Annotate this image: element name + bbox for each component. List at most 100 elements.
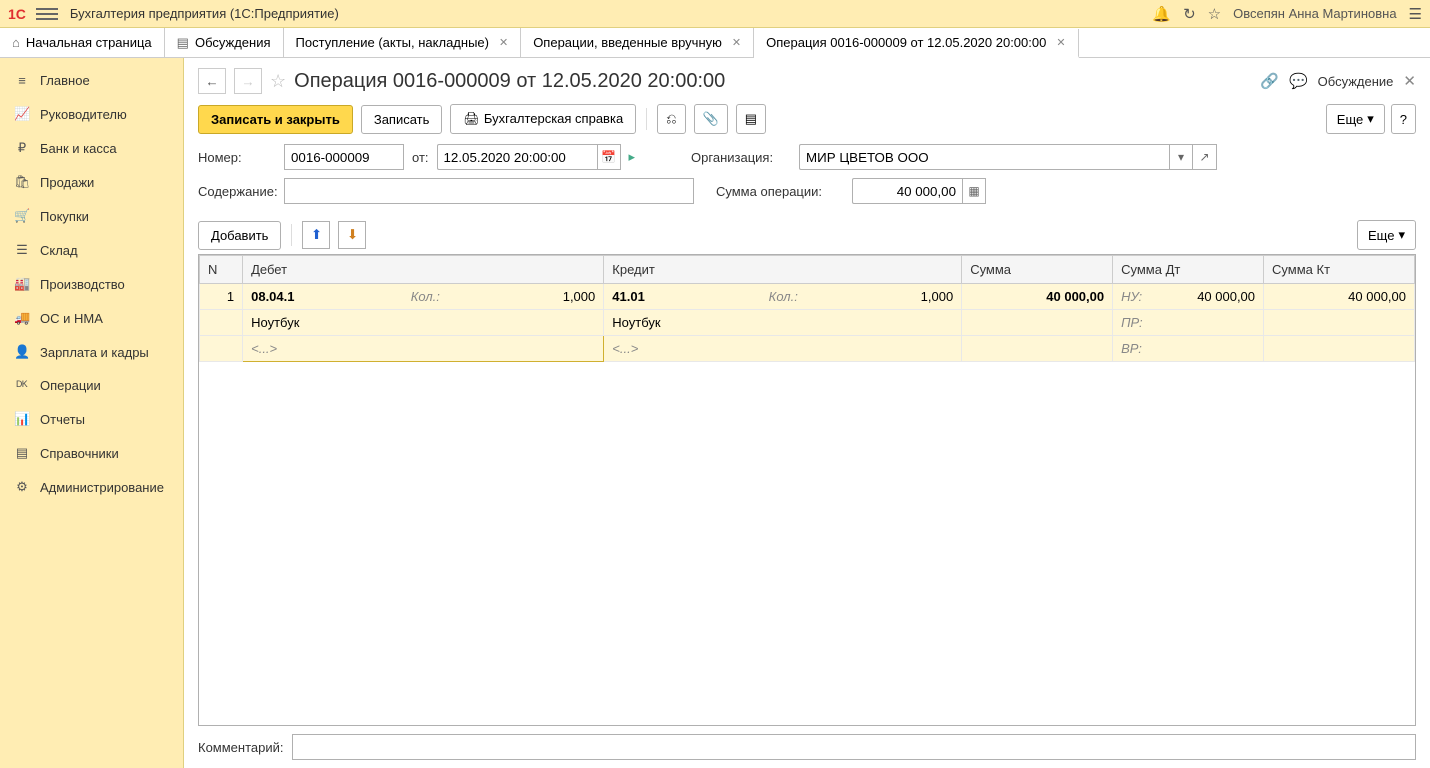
dropdown-icon[interactable]: ▾ [1169, 144, 1193, 170]
star-icon[interactable]: ☆ [1208, 5, 1221, 23]
credit-sub2[interactable]: <...> [604, 336, 962, 362]
print-button[interactable]: 🖨Бухгалтерская справка [450, 104, 636, 134]
move-down-button[interactable]: ⬇ [338, 221, 366, 249]
credit-qty[interactable]: 1,000 [921, 289, 954, 304]
doc-button[interactable]: ▤ [736, 104, 766, 134]
table-row[interactable]: <...> <...> ВР: [200, 336, 1415, 362]
debit-sub1[interactable]: Ноутбук [243, 310, 604, 336]
grid[interactable]: N Дебет Кредит Сумма Сумма Дт Сумма Кт 1… [198, 254, 1416, 726]
nav-prod[interactable]: 🏭Производство [0, 267, 183, 301]
qty-label: Кол.: [411, 289, 440, 304]
credit-sub1[interactable]: Ноутбук [604, 310, 962, 336]
debit-account[interactable]: 08.04.1 [251, 289, 294, 304]
nav-stock[interactable]: ☰Склад [0, 233, 183, 267]
col-sumdt[interactable]: Сумма Дт [1113, 256, 1264, 284]
calendar-icon[interactable]: 📅 [597, 144, 621, 170]
org-input[interactable] [799, 144, 1169, 170]
save-close-button[interactable]: Записать и закрыть [198, 105, 353, 134]
tab-label: Обсуждения [195, 35, 271, 50]
tab-label: Поступление (акты, накладные) [296, 35, 489, 50]
tree-button[interactable]: ⎌ [657, 104, 685, 134]
bars-icon: 📊 [14, 411, 30, 427]
discuss-link[interactable]: Обсуждение [1318, 74, 1394, 89]
table-row[interactable]: Ноутбук Ноутбук ПР: [200, 310, 1415, 336]
nav-refs[interactable]: ▤Справочники [0, 436, 183, 470]
comment-input[interactable] [292, 734, 1417, 760]
bell-icon[interactable]: 🔔 [1152, 5, 1171, 23]
page-title: Операция 0016-000009 от 12.05.2020 20:00… [294, 70, 725, 93]
settings-icon[interactable]: ☰ [1409, 5, 1422, 23]
credit-account[interactable]: 41.01 [612, 289, 645, 304]
tab-home[interactable]: ⌂ Начальная страница [0, 28, 165, 57]
factory-icon: 🏭 [14, 276, 30, 292]
chevron-down-icon: ▾ [1367, 111, 1374, 127]
save-button[interactable]: Записать [361, 105, 443, 134]
tab-receipts[interactable]: Поступление (акты, накладные) ✕ [284, 28, 522, 57]
chevron-down-icon: ▾ [1398, 227, 1405, 243]
box-icon: ☰ [14, 242, 30, 258]
add-button[interactable]: Добавить [198, 221, 281, 250]
back-button[interactable]: ← [198, 68, 226, 94]
col-credit[interactable]: Кредит [604, 256, 962, 284]
tab-label: Операции, введенные вручную [533, 35, 722, 50]
favorite-star-icon[interactable]: ☆ [270, 71, 286, 92]
close-icon[interactable]: ✕ [1056, 36, 1065, 49]
col-sumkt[interactable]: Сумма Кт [1264, 256, 1415, 284]
nav-main[interactable]: ≡Главное [0, 64, 183, 97]
sum-input[interactable] [852, 178, 962, 204]
home-icon: ⌂ [12, 35, 20, 50]
col-debit[interactable]: Дебет [243, 256, 604, 284]
nav-lead[interactable]: 📈Руководителю [0, 97, 183, 131]
tab-manual-ops[interactable]: Операции, введенные вручную ✕ [521, 28, 754, 57]
row-num: 1 [200, 284, 243, 310]
debit-sub2-edit[interactable]: <...> [243, 336, 604, 362]
truck-icon: 🚚 [14, 310, 30, 326]
history-icon[interactable]: ↻ [1183, 5, 1196, 23]
logo-1c: 1C [8, 6, 26, 22]
move-up-button[interactable]: ⬆ [302, 221, 330, 249]
row-sum[interactable]: 40 000,00 [962, 284, 1113, 310]
grid-more-button[interactable]: Еще▾ [1357, 220, 1416, 250]
nav-reports[interactable]: 📊Отчеты [0, 402, 183, 436]
calc-icon[interactable]: ▦ [962, 178, 986, 204]
chat-icon[interactable]: 💬 [1289, 72, 1308, 90]
nu-label: НУ: [1121, 289, 1142, 304]
nu-kt[interactable]: 40 000,00 [1264, 284, 1415, 310]
org-label: Организация: [691, 150, 791, 165]
user-name[interactable]: Овсепян Анна Мартиновна [1233, 6, 1396, 21]
menu-icon[interactable] [36, 8, 58, 20]
nu-dt[interactable]: 40 000,00 [1197, 289, 1255, 304]
close-icon[interactable]: ✕ [1403, 72, 1416, 90]
nav-bank[interactable]: ₽Банк и касса [0, 131, 183, 165]
ruble-icon: ₽ [14, 140, 30, 156]
num-input[interactable] [284, 144, 404, 170]
close-icon[interactable]: ✕ [732, 36, 741, 49]
nav-salary[interactable]: 👤Зарплата и кадры [0, 335, 183, 369]
link-icon[interactable]: 🔗 [1260, 72, 1279, 90]
nav-sales[interactable]: 🛍Продажи [0, 165, 183, 199]
content-input[interactable] [284, 178, 694, 204]
date-input[interactable] [437, 144, 597, 170]
attach-button[interactable]: 📎 [694, 104, 728, 134]
nav-os[interactable]: 🚚ОС и НМА [0, 301, 183, 335]
debit-qty[interactable]: 1,000 [563, 289, 596, 304]
tab-discuss[interactable]: ▤ Обсуждения [165, 28, 284, 57]
sidebar: ≡Главное 📈Руководителю ₽Банк и касса 🛍Пр… [0, 58, 184, 768]
table-row[interactable]: 1 08.04.1 Кол.: 1,000 41.01 Кол.: 1,000 [200, 284, 1415, 310]
posted-icon[interactable]: ▸ [629, 149, 636, 165]
open-icon[interactable]: ↗ [1193, 144, 1217, 170]
more-button[interactable]: Еще▾ [1326, 104, 1385, 134]
col-sum[interactable]: Сумма [962, 256, 1113, 284]
nav-admin[interactable]: ⚙Администрирование [0, 470, 183, 504]
chat-icon: ▤ [177, 35, 189, 51]
tab-operation[interactable]: Операция 0016-000009 от 12.05.2020 20:00… [754, 29, 1078, 58]
tabbar: ⌂ Начальная страница ▤ Обсуждения Поступ… [0, 28, 1430, 58]
forward-button[interactable]: → [234, 68, 262, 94]
separator [291, 224, 292, 246]
nav-purch[interactable]: 🛒Покупки [0, 199, 183, 233]
qty-label: Кол.: [769, 289, 798, 304]
help-button[interactable]: ? [1391, 104, 1416, 134]
col-n[interactable]: N [200, 256, 243, 284]
nav-ops[interactable]: ᴰᴷОперации [0, 369, 183, 402]
close-icon[interactable]: ✕ [499, 36, 508, 49]
